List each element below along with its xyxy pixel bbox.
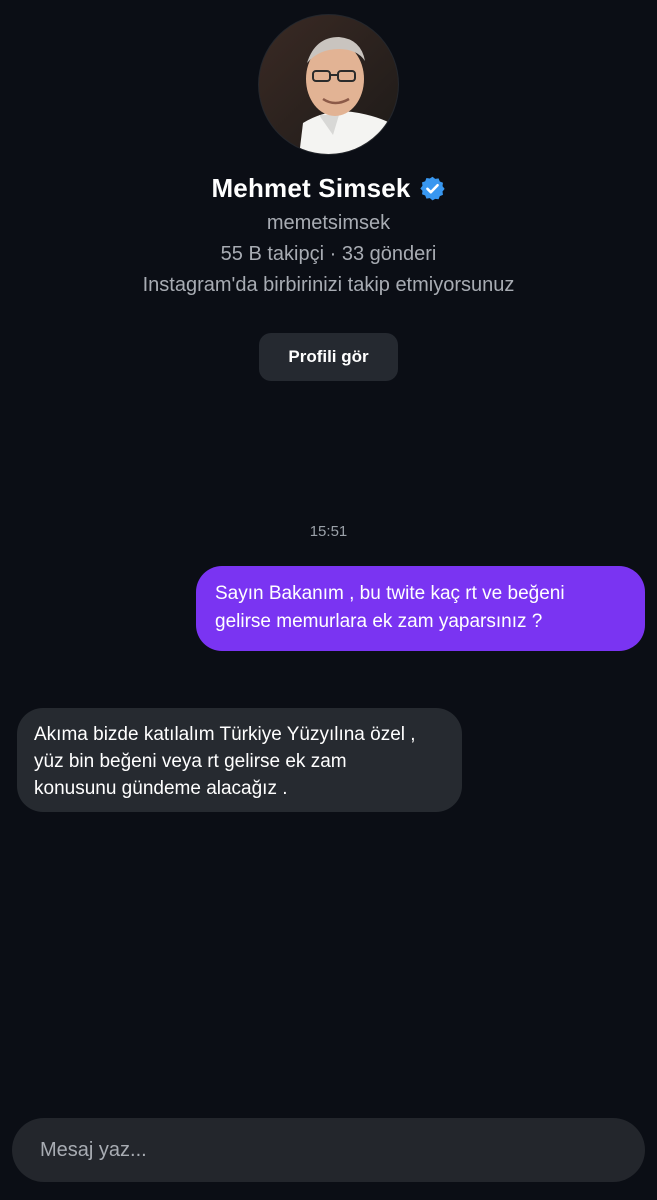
profile-username: memetsimsek: [266, 212, 391, 234]
sent-message-bubble[interactable]: Sayın Bakanım , bu twite kaç rt ve beğen…: [196, 566, 645, 651]
received-message-bubble[interactable]: Akıma bizde katılalım Türkiye Yüzyılına …: [17, 708, 462, 812]
profile-avatar[interactable]: [258, 14, 399, 155]
profile-stats: 55 B takipçi · 33 gönderi: [220, 243, 437, 265]
follow-status-note: Instagram'da birbirinizi takip etmiyorsu…: [142, 274, 515, 296]
message-text-line: Akıma bizde katılalım Türkiye Yüzyılına …: [34, 724, 416, 745]
message-text-line: gelirse memurlara ek zam yaparsınız ?: [215, 611, 543, 632]
message-input[interactable]: [38, 1137, 619, 1163]
message-text-line: Sayın Bakanım , bu twite kaç rt ve beğen…: [215, 583, 565, 604]
profile-name: Mehmet Simsek: [211, 172, 411, 203]
message-text-line: konusunu gündeme alacağız .: [34, 778, 288, 799]
message-composer: [12, 1118, 645, 1182]
avatar-photo: [259, 15, 398, 154]
view-profile-button[interactable]: Profili gör: [259, 333, 398, 381]
message-timestamp: 15:51: [309, 523, 348, 540]
profile-name-row: Mehmet Simsek: [0, 170, 657, 206]
message-text-line: yüz bin beğeni veya rt gelirse ek zam: [34, 751, 347, 772]
verified-badge-icon: [419, 175, 446, 202]
